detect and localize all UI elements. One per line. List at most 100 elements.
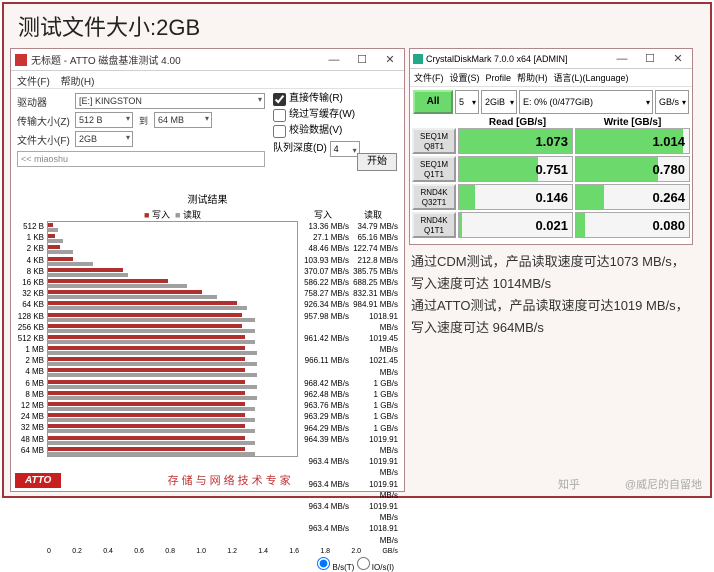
bar-row	[48, 222, 297, 233]
y-label: 16 KB	[17, 277, 47, 288]
cdm-test-button[interactable]: SEQ1M Q1T1	[412, 156, 456, 182]
cdm-window: CrystalDiskMark 7.0.0 x64 [ADMIN] — ☐ ✕ …	[409, 48, 693, 245]
y-label: 512 B	[17, 221, 47, 232]
atto-title: 无标题 - ATTO 磁盘基准测试 4.00	[31, 52, 181, 67]
bar-row	[48, 256, 297, 267]
bar-row	[48, 278, 297, 289]
y-label: 6 MB	[17, 378, 47, 389]
cdm-test-button[interactable]: SEQ1M Q8T1	[412, 128, 456, 154]
cdm-read-cell: 0.751	[458, 156, 573, 182]
bar-row	[48, 267, 297, 278]
loops-select[interactable]: 5	[455, 90, 479, 114]
y-label: 32 KB	[17, 288, 47, 299]
bar-row	[48, 323, 297, 334]
cdm-row: RND4K Q32T1 0.146 0.264	[412, 184, 690, 210]
y-label: 64 KB	[17, 299, 47, 310]
atto-results: 测试结果 ■ 写入 ■ 读取写入读取 512 B1 KB2 KB4 KB8 KB…	[17, 191, 398, 463]
close-icon[interactable]: ✕	[376, 50, 404, 70]
description-input[interactable]: << miaoshu	[17, 151, 265, 167]
direct-checkbox[interactable]	[273, 93, 286, 106]
xfer-label: 传输大小(Z)	[17, 113, 75, 128]
cdm-test-button[interactable]: RND4K Q32T1	[412, 184, 456, 210]
verify-checkbox[interactable]	[273, 125, 286, 138]
xfer-from-select[interactable]: 512 B	[75, 112, 133, 128]
unit-select[interactable]: GB/s	[655, 90, 689, 114]
y-label: 256 KB	[17, 322, 47, 333]
cdm-app-icon	[413, 54, 423, 64]
bar-row	[48, 390, 297, 401]
minimize-icon[interactable]: —	[608, 49, 636, 69]
y-label: 2 MB	[17, 355, 47, 366]
bar-row	[48, 412, 297, 423]
menu-help[interactable]: 帮助(H)	[61, 77, 95, 88]
maximize-icon[interactable]: ☐	[636, 49, 664, 69]
bar-row	[48, 423, 297, 434]
cdm-write-cell: 1.014	[575, 128, 690, 154]
read-header: Read [GB/s]	[460, 117, 575, 128]
y-label: 32 MB	[17, 422, 47, 433]
y-label: 1 MB	[17, 344, 47, 355]
y-label: 1 KB	[17, 232, 47, 243]
radio-bs[interactable]	[317, 557, 330, 570]
direct-label: 直接传输(R)	[289, 91, 343, 107]
close-icon[interactable]: ✕	[664, 49, 692, 69]
start-button[interactable]: 开始	[357, 153, 397, 171]
size-select[interactable]: 2GiB	[481, 90, 517, 114]
bar-row	[48, 345, 297, 356]
unit-radios[interactable]: B/s(T) IO/s(I)	[17, 557, 398, 572]
to-text: 到	[139, 114, 148, 127]
bar-row	[48, 356, 297, 367]
y-label: 128 KB	[17, 311, 47, 322]
cdm-title: CrystalDiskMark 7.0.0 x64 [ADMIN]	[426, 54, 568, 64]
radio-io[interactable]	[357, 557, 370, 570]
y-label: 4 KB	[17, 255, 47, 266]
depth-select[interactable]: 4	[330, 141, 360, 157]
cdm-menubar[interactable]: 文件(F)设置(S)Profile帮助(H)语言(L)(Language)	[410, 69, 692, 87]
y-label: 24 MB	[17, 411, 47, 422]
cdm-row: SEQ1M Q8T1 1.073 1.014	[412, 128, 690, 154]
write-header: Write [GB/s]	[575, 117, 690, 128]
verify-label: 校验数据(V)	[289, 123, 342, 139]
bar-row	[48, 446, 297, 457]
cdm-write-cell: 0.780	[575, 156, 690, 182]
cdm-test-button[interactable]: RND4K Q1T1	[412, 212, 456, 238]
cdm-read-cell: 1.073	[458, 128, 573, 154]
bar-row	[48, 367, 297, 378]
y-label: 8 KB	[17, 266, 47, 277]
y-label: 4 MB	[17, 366, 47, 377]
minimize-icon[interactable]: —	[320, 50, 348, 70]
author-watermark: @威尼的自留地	[625, 476, 702, 492]
maximize-icon[interactable]: ☐	[348, 50, 376, 70]
menu-file[interactable]: 文件(F)	[17, 77, 50, 88]
cdm-write-cell: 0.264	[575, 184, 690, 210]
bar-row	[48, 401, 297, 412]
cdm-row: SEQ1M Q1T1 0.751 0.780	[412, 156, 690, 182]
bar-row	[48, 289, 297, 300]
cdm-row: RND4K Q1T1 0.021 0.080	[412, 212, 690, 238]
filesize-select[interactable]: 2GB	[75, 131, 133, 147]
atto-menubar[interactable]: 文件(F) 帮助(H)	[11, 71, 404, 89]
drive-select[interactable]: [E:] KINGSTON	[75, 93, 265, 109]
bar-row	[48, 244, 297, 255]
all-button[interactable]: All	[413, 90, 453, 114]
bar-row	[48, 379, 297, 390]
depth-label: 队列深度(D)	[273, 141, 327, 157]
buffer-label: 绕过写缓存(W)	[289, 107, 355, 123]
y-label: 64 MB	[17, 445, 47, 456]
atto-window: 无标题 - ATTO 磁盘基准测试 4.00 — ☐ ✕ 文件(F) 帮助(H)…	[10, 48, 405, 492]
atto-chart	[47, 221, 298, 457]
atto-app-icon	[15, 54, 27, 66]
filesize-label: 文件大小(F)	[17, 132, 75, 147]
results-title: 测试结果	[17, 191, 398, 206]
y-label: 48 MB	[17, 434, 47, 445]
bar-row	[48, 334, 297, 345]
xfer-to-select[interactable]: 64 MB	[154, 112, 212, 128]
bar-row	[48, 300, 297, 311]
cdm-read-cell: 0.021	[458, 212, 573, 238]
buffer-checkbox[interactable]	[273, 109, 286, 122]
y-label: 8 MB	[17, 389, 47, 400]
drive-select[interactable]: E: 0% (0/477GiB)	[519, 90, 653, 114]
bar-row	[48, 233, 297, 244]
atto-logo: ATTO	[15, 473, 61, 488]
drive-label: 驱动器	[17, 94, 75, 109]
